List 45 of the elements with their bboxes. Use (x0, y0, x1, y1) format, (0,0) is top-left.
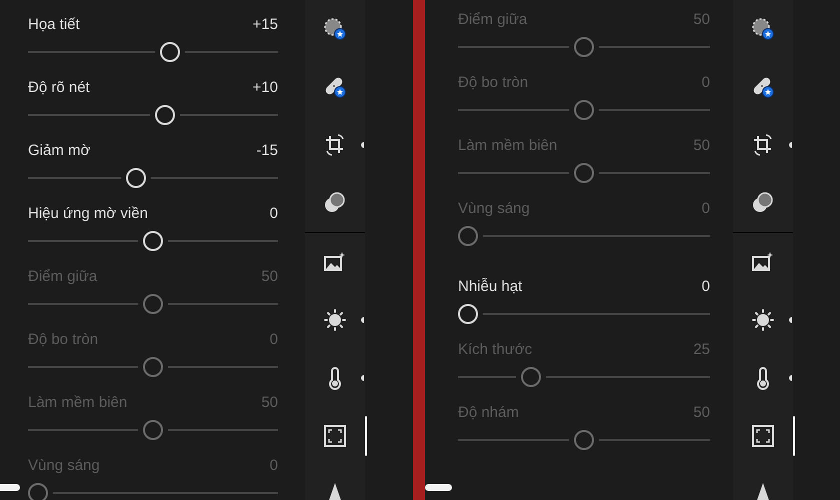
slider-label: Vùng sáng (458, 199, 530, 219)
slider-value: 0 (702, 73, 710, 93)
slider-value: 50 (261, 267, 278, 287)
overlapping-circles-icon (323, 191, 347, 215)
slider-value: 50 (693, 136, 710, 156)
slider-value: +15 (252, 15, 278, 35)
sun-icon (323, 308, 347, 332)
slider-label: Làm mềm biên (28, 393, 128, 413)
scroll-handle (425, 484, 452, 491)
slider-value: 0 (702, 199, 710, 219)
active-indicator (793, 416, 795, 456)
slider-label: Kích thước (458, 340, 532, 360)
slider-label: Độ bo tròn (28, 330, 98, 350)
slider-label: Hiệu ứng mờ viền (28, 204, 148, 224)
slider-label: Độ bo tròn (458, 73, 528, 93)
slider-label: Vùng sáng (28, 456, 100, 476)
slider-value: -15 (256, 141, 278, 161)
slider-value: 50 (693, 403, 710, 423)
slider-value: 50 (261, 393, 278, 413)
image-sparkle-icon (751, 250, 775, 274)
bandage-icon (323, 75, 347, 99)
slider-label: Giảm mờ (28, 141, 90, 161)
active-indicator (365, 416, 367, 456)
selection-brush-icon (751, 17, 775, 41)
slider-value: +10 (252, 78, 278, 98)
slider-label: Làm mềm biên (458, 136, 558, 156)
overlapping-circles-icon (751, 191, 775, 215)
slider-value: 0 (270, 330, 278, 350)
slider-label: Họa tiết (28, 15, 80, 35)
slider-label: Độ rõ nét (28, 78, 90, 98)
bandage-icon (751, 75, 775, 99)
slider-value: 0 (702, 277, 710, 297)
image-sparkle-icon (323, 250, 347, 274)
sun-icon (751, 308, 775, 332)
slider-value: 0 (270, 204, 278, 224)
slider-label: Điểm giữa (28, 267, 98, 287)
slider-label: Nhiễu hạt (458, 277, 522, 297)
slider-value: 50 (693, 10, 710, 30)
vignette-frame-icon (751, 424, 775, 448)
slider-label: Độ nhám (458, 403, 519, 423)
slider-value: 0 (270, 456, 278, 476)
vignette-frame-icon (323, 424, 347, 448)
slider-value: 25 (693, 340, 710, 360)
slider-label: Điểm giữa (458, 10, 528, 30)
selection-brush-icon (323, 17, 347, 41)
